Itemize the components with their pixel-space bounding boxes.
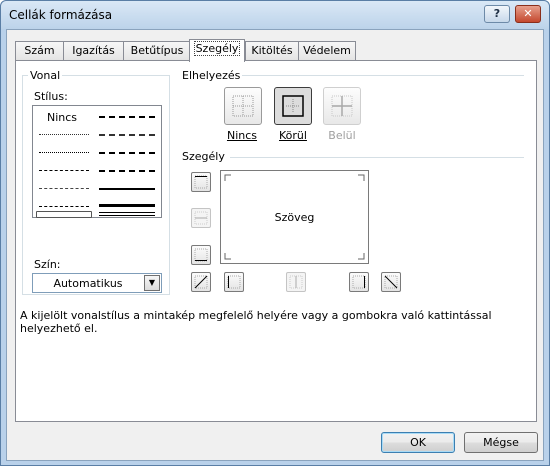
tab-label: Igazítás — [72, 44, 115, 57]
border-divider — [230, 157, 524, 158]
preset-inside-label: Belül — [328, 129, 356, 142]
line-style-dashed[interactable] — [39, 206, 89, 207]
border-middle-horizontal-icon — [194, 211, 208, 225]
tab-label: Szegély — [193, 41, 241, 56]
line-style-dash-dot-dot[interactable] — [39, 170, 89, 171]
preview-text: Szöveg — [274, 211, 315, 224]
border-bottom-button[interactable] — [191, 245, 211, 265]
chevron-down-icon[interactable]: ▼ — [144, 275, 160, 291]
line-style-thin-selected[interactable] — [36, 211, 92, 218]
window-title: Cellák formázása — [9, 8, 113, 22]
color-label: Szín: — [34, 258, 61, 271]
border-top-button[interactable] — [191, 172, 211, 192]
tab-betutipus[interactable]: Betűtípus — [123, 41, 191, 61]
line-style-medium-dashed[interactable] — [99, 170, 155, 172]
title-bar[interactable]: Cellák formázása ? ✕ — [1, 1, 549, 29]
tab-szam[interactable]: Szám — [15, 41, 64, 61]
style-label: Stílus: — [34, 90, 68, 103]
cancel-button[interactable]: Mégse — [464, 432, 538, 453]
preset-inside-button[interactable] — [323, 87, 361, 125]
border-bottom-icon — [194, 248, 208, 262]
border-diagonal-up-icon — [194, 275, 208, 289]
hint-text: A kijelölt vonalstílus a mintakép megfel… — [20, 309, 492, 335]
tab-szegely[interactable]: Szegély — [189, 39, 245, 62]
border-middle-horizontal-button[interactable] — [191, 208, 211, 228]
ok-button[interactable]: OK — [381, 432, 455, 453]
border-diagonal-down-icon — [384, 275, 398, 289]
help-button[interactable]: ? — [484, 5, 510, 23]
border-left-button[interactable] — [224, 272, 244, 292]
border-outline-icon — [282, 95, 304, 117]
border-left-icon — [227, 275, 241, 289]
line-style-medium-dash-dot-dot[interactable] — [99, 116, 155, 118]
dialog-window: Cellák formázása ? ✕ Szám Igazítás Betűt… — [0, 0, 550, 466]
tab-vedelem[interactable]: Védelem — [298, 41, 356, 61]
tab-kitoltes[interactable]: Kitöltés — [245, 41, 299, 61]
border-preview[interactable]: Szöveg — [220, 170, 369, 264]
line-style-dash-dot[interactable] — [39, 188, 89, 189]
border-middle-vertical-button[interactable] — [286, 272, 306, 292]
border-tab-panel: Vonal Stílus: Nincs Szín: Automatikus ▼ … — [15, 60, 537, 422]
tab-label: Védelem — [303, 44, 351, 57]
presets-title: Elhelyezés — [180, 69, 243, 82]
line-style-slanted-dash-dot[interactable] — [99, 134, 155, 136]
border-middle-vertical-icon — [289, 275, 303, 289]
line-group-title: Vonal — [28, 69, 63, 82]
preset-outline-text: Körül — [279, 129, 307, 142]
border-right-icon — [352, 275, 366, 289]
border-right-button[interactable] — [349, 272, 369, 292]
line-style-list[interactable]: Nincs — [32, 105, 162, 218]
tab-label: Szám — [24, 44, 55, 57]
preset-none-button[interactable] — [224, 87, 262, 125]
color-value: Automatikus — [53, 277, 123, 290]
dialog-client: Szám Igazítás Betűtípus Szegély Kitöltés… — [6, 29, 544, 461]
color-dropdown[interactable]: Automatikus ▼ — [32, 273, 162, 293]
border-none-icon — [232, 95, 254, 117]
line-style-double[interactable] — [99, 212, 155, 216]
close-button[interactable]: ✕ — [515, 5, 541, 23]
tab-igazitas[interactable]: Igazítás — [63, 41, 124, 61]
presets-divider — [242, 75, 524, 76]
border-diagonal-down-button[interactable] — [381, 272, 401, 292]
line-style-medium[interactable] — [99, 188, 155, 190]
line-style-hair[interactable] — [39, 134, 89, 135]
border-top-icon — [194, 175, 208, 189]
border-inside-icon — [331, 95, 353, 117]
preset-none-text: Nincs — [226, 129, 258, 142]
line-style-medium-dash-dot[interactable] — [99, 152, 155, 154]
border-title: Szegély — [180, 150, 227, 163]
line-style-thick[interactable] — [99, 204, 155, 207]
preset-outline-button[interactable] — [274, 87, 312, 125]
line-style-none[interactable]: Nincs — [47, 111, 77, 124]
tab-label: Kitöltés — [251, 44, 293, 57]
border-diagonal-up-button[interactable] — [191, 272, 211, 292]
tab-label: Betűtípus — [130, 44, 184, 57]
line-style-dotted[interactable] — [39, 152, 89, 153]
